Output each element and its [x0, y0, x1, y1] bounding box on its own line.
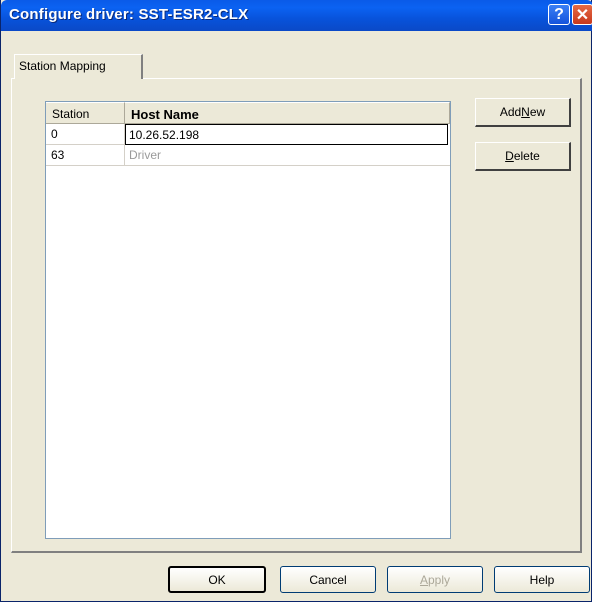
add-new-button[interactable]: Add New — [475, 98, 571, 127]
close-icon[interactable]: ✕ — [572, 4, 592, 25]
column-header-host-name-label: Host Name — [131, 107, 199, 122]
add-new-label-suffix: ew — [529, 105, 546, 119]
configure-driver-dialog: Configure driver: SST-ESR2-CLX ? ✕ Stati… — [0, 0, 592, 602]
host-name-value: Driver — [129, 148, 161, 162]
column-header-station[interactable]: Station — [46, 102, 125, 124]
delete-button[interactable]: Delete — [475, 142, 571, 171]
apply-button[interactable]: Apply — [387, 566, 483, 593]
title-bar[interactable]: Configure driver: SST-ESR2-CLX ? ✕ — [1, 0, 592, 31]
window-title: Configure driver: SST-ESR2-CLX — [9, 6, 249, 23]
tab-station-mapping[interactable]: Station Mapping — [14, 54, 143, 79]
table-row[interactable]: 0 — [46, 124, 450, 145]
station-cell[interactable]: 0 — [46, 124, 125, 145]
help-icon[interactable]: ? — [548, 4, 570, 25]
tab-station-mapping-label: Station Mapping — [19, 59, 106, 73]
column-header-station-label: Station — [52, 107, 90, 121]
station-value: 63 — [51, 148, 65, 162]
cancel-button[interactable]: Cancel — [280, 566, 376, 593]
station-value: 0 — [51, 127, 58, 141]
column-header-host-name[interactable]: Host Name — [125, 102, 450, 124]
host-name-cell[interactable]: Driver — [125, 145, 450, 166]
table-row[interactable]: 63 Driver — [46, 145, 450, 166]
host-name-edit-field[interactable] — [125, 124, 448, 145]
ok-button[interactable]: OK — [168, 566, 266, 593]
apply-mnemonic: A — [419, 572, 428, 587]
station-cell[interactable]: 63 — [46, 145, 125, 166]
delete-label-suffix: elete — [513, 149, 540, 163]
add-new-label-prefix: Add — [499, 105, 522, 119]
add-new-mnemonic: N — [521, 105, 530, 119]
apply-label-suffix: pply — [428, 572, 451, 587]
station-mapping-list[interactable]: Station Host Name 0 63 Driver — [45, 101, 451, 539]
delete-mnemonic: D — [505, 149, 514, 163]
help-button[interactable]: Help — [494, 566, 590, 593]
